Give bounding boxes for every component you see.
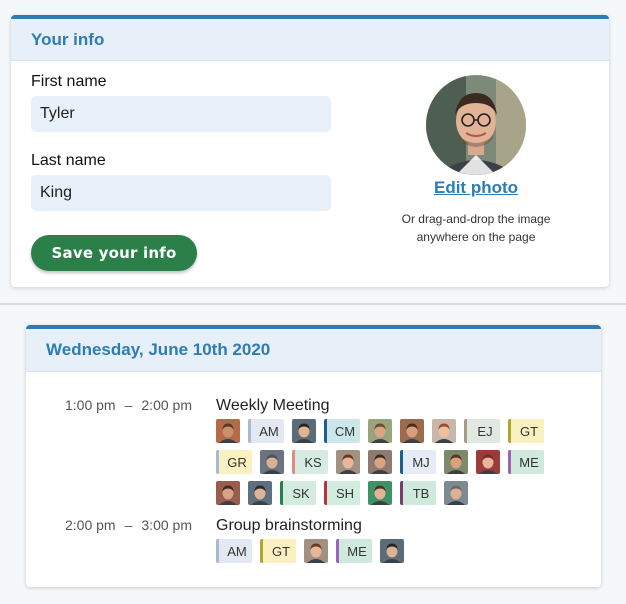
attendee-initials-chip[interactable]: GT bbox=[260, 539, 296, 563]
time-separator: – bbox=[124, 397, 133, 413]
time-separator: – bbox=[124, 517, 133, 533]
attendee-avatar[interactable] bbox=[400, 419, 424, 443]
event-end-time: 3:00 pm bbox=[141, 517, 192, 533]
save-info-button[interactable]: Save your info bbox=[31, 235, 197, 271]
your-info-header: Your info bbox=[11, 19, 609, 61]
schedule-card: Wednesday, June 10th 2020 1:00 pm –2:00 p… bbox=[26, 325, 601, 587]
attendee-avatar[interactable] bbox=[368, 419, 392, 443]
event-start-time: 2:00 pm bbox=[65, 517, 116, 533]
attendee-initials-chip[interactable]: MJ bbox=[400, 450, 436, 474]
event-time: 1:00 pm –2:00 pm bbox=[65, 397, 192, 413]
photo-area: Edit photo Or drag-and-drop the image an… bbox=[381, 75, 571, 246]
attendee-avatar[interactable] bbox=[368, 450, 392, 474]
attendee-avatar[interactable] bbox=[292, 419, 316, 443]
attendee-avatar[interactable] bbox=[216, 481, 240, 505]
first-name-label: First name bbox=[31, 73, 107, 90]
schedule-date-title: Wednesday, June 10th 2020 bbox=[46, 340, 271, 359]
attendee-avatar[interactable] bbox=[304, 539, 328, 563]
attendee-avatar[interactable] bbox=[476, 450, 500, 474]
profile-photo[interactable] bbox=[426, 75, 526, 175]
attendee-avatar[interactable] bbox=[336, 450, 360, 474]
event-end-time: 2:00 pm bbox=[141, 397, 192, 413]
your-info-card: Your info First name Last name Save your… bbox=[11, 15, 609, 287]
attendee-initials-chip[interactable]: TB bbox=[400, 481, 436, 505]
attendee-list: AM CM EJ GT GR KS MJ ME SK SH TB bbox=[216, 419, 556, 512]
attendee-initials-chip[interactable]: EJ bbox=[464, 419, 500, 443]
attendee-initials-chip[interactable]: CM bbox=[324, 419, 360, 443]
last-name-field[interactable] bbox=[31, 175, 331, 211]
attendee-initials-chip[interactable]: GT bbox=[508, 419, 544, 443]
attendee-initials-chip[interactable]: AM bbox=[248, 419, 284, 443]
attendee-avatar[interactable] bbox=[444, 450, 468, 474]
event-title: Group brainstorming bbox=[216, 517, 362, 534]
attendee-list: AM GT ME bbox=[216, 539, 556, 570]
drag-drop-hint: Or drag-and-drop the image anywhere on t… bbox=[401, 212, 551, 244]
attendee-avatar[interactable] bbox=[248, 481, 272, 505]
attendee-initials-chip[interactable]: KS bbox=[292, 450, 328, 474]
schedule-header: Wednesday, June 10th 2020 bbox=[26, 329, 601, 372]
attendee-initials-chip[interactable]: GR bbox=[216, 450, 252, 474]
last-name-label: Last name bbox=[31, 152, 106, 169]
attendee-initials-chip[interactable]: SK bbox=[280, 481, 316, 505]
attendee-avatar[interactable] bbox=[432, 419, 456, 443]
attendee-avatar[interactable] bbox=[444, 481, 468, 505]
attendee-initials-chip[interactable]: ME bbox=[336, 539, 372, 563]
event-start-time: 1:00 pm bbox=[65, 397, 116, 413]
attendee-avatar[interactable] bbox=[368, 481, 392, 505]
attendee-avatar[interactable] bbox=[380, 539, 404, 563]
edit-photo-link[interactable]: Edit photo bbox=[434, 178, 518, 198]
your-info-title: Your info bbox=[31, 29, 105, 49]
event-time: 2:00 pm –3:00 pm bbox=[65, 517, 192, 533]
attendee-avatar[interactable] bbox=[216, 419, 240, 443]
attendee-initials-chip[interactable]: ME bbox=[508, 450, 544, 474]
section-divider bbox=[0, 303, 626, 305]
attendee-initials-chip[interactable]: SH bbox=[324, 481, 360, 505]
event-title: Weekly Meeting bbox=[216, 397, 330, 414]
attendee-initials-chip[interactable]: AM bbox=[216, 539, 252, 563]
first-name-field[interactable] bbox=[31, 96, 331, 132]
attendee-avatar[interactable] bbox=[260, 450, 284, 474]
